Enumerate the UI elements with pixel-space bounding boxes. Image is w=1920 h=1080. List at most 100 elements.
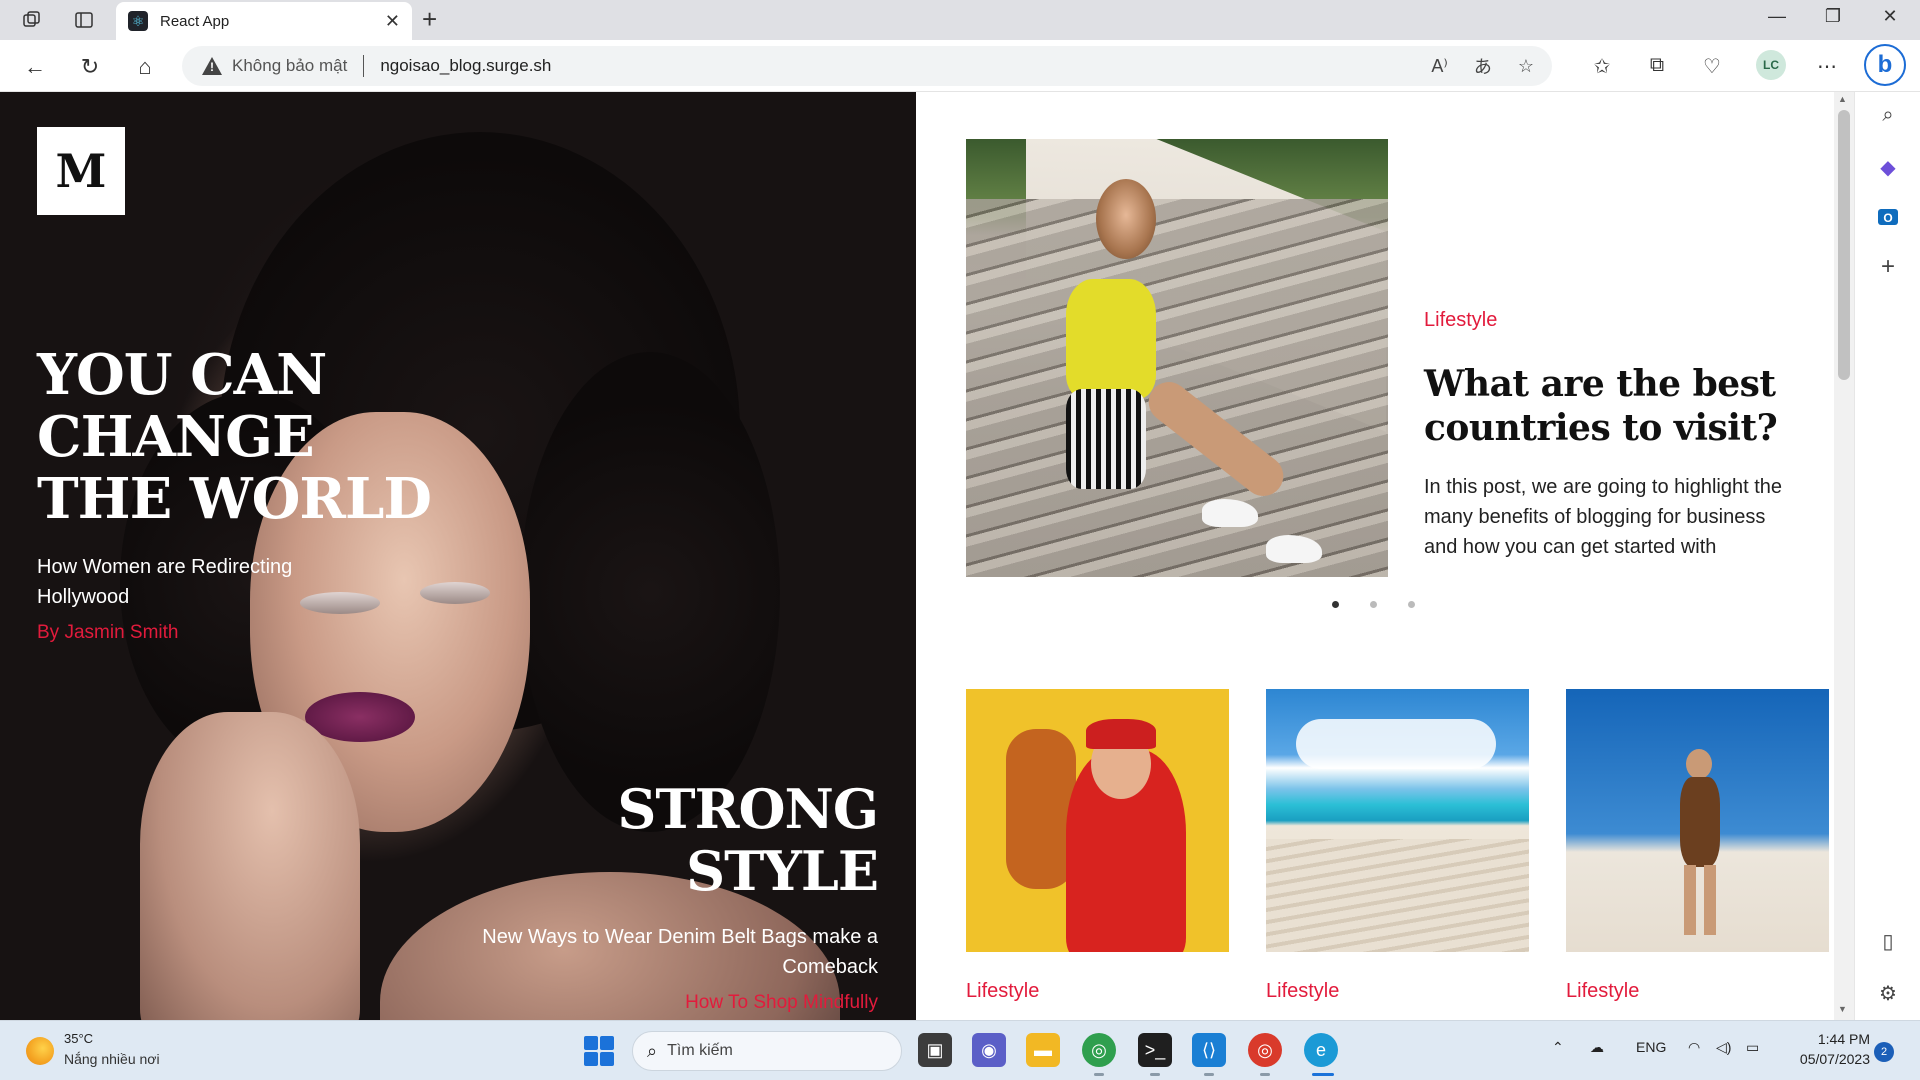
post-card[interactable]: Lifestyle	[966, 689, 1229, 1003]
hero-image-hair-right	[520, 352, 780, 832]
page-scrollbar[interactable]: ▲ ▼	[1834, 92, 1854, 1020]
profile-avatar[interactable]: LC	[1756, 50, 1786, 80]
hero2-subtitle[interactable]: New Ways to Wear Denim Belt Bags make a …	[458, 922, 878, 982]
more-options-icon[interactable]: ⋯	[1813, 54, 1841, 79]
tab-actions-icon[interactable]	[72, 8, 96, 32]
post-card-category[interactable]: Lifestyle	[966, 980, 1229, 1003]
bing-chat-button[interactable]: b	[1864, 44, 1906, 86]
outlook-icon[interactable]: O	[1875, 204, 1901, 230]
close-window-icon[interactable]: ✕	[1875, 6, 1905, 27]
post-card[interactable]: Lifestyle	[1566, 689, 1829, 1003]
collections-icon[interactable]: ⧉	[1643, 54, 1671, 77]
windows-taskbar: 35°C Nắng nhiều nơi ⌕ Tìm kiếm ▣ ◉ ▬ ◎ >…	[0, 1020, 1920, 1080]
hero2-title[interactable]: STRONG STYLE	[478, 778, 879, 902]
post-card[interactable]: Lifestyle	[1266, 689, 1529, 1003]
language-indicator[interactable]: ENG	[1636, 1039, 1666, 1055]
post-card-image[interactable]	[1566, 689, 1829, 952]
slider-dot[interactable]	[1408, 601, 1415, 608]
address-divider	[363, 55, 365, 77]
weather-temperature[interactable]: 35°C	[64, 1031, 93, 1046]
tab-react-app[interactable]: ⚛ React App ✕	[116, 2, 412, 40]
url-text[interactable]: ngoisao_blog.surge.sh	[380, 56, 551, 76]
search-icon[interactable]: ⌕	[1875, 102, 1901, 128]
person-head-shape	[1686, 749, 1712, 779]
taskbar-search[interactable]: ⌕ Tìm kiếm	[632, 1031, 902, 1071]
restore-icon[interactable]: ❐	[1818, 6, 1848, 27]
scroll-thumb[interactable]	[1838, 110, 1850, 380]
hero-title[interactable]: YOU CAN CHANGE THE WORLD	[37, 344, 457, 530]
hero-section[interactable]: M YOU CAN CHANGE THE WORLD How Women are…	[0, 92, 916, 1020]
settings-gear-icon[interactable]: ⚙	[1875, 980, 1901, 1006]
weather-sun-icon[interactable]	[26, 1037, 54, 1065]
active-indicator	[1312, 1073, 1334, 1076]
hero-subtitle[interactable]: How Women are Redirecting Hollywood	[37, 552, 357, 612]
slider-dot[interactable]	[1370, 601, 1377, 608]
security-warning[interactable]: Không bảo mật	[232, 56, 347, 76]
running-indicator	[1204, 1073, 1214, 1076]
show-hidden-icons[interactable]: ⌃	[1552, 1039, 1564, 1056]
onedrive-icon[interactable]: ☁	[1590, 1039, 1604, 1056]
minimize-icon[interactable]: —	[1762, 6, 1792, 27]
new-tab-button[interactable]: +	[422, 6, 437, 32]
translate-icon[interactable]: あ	[1474, 53, 1492, 79]
volume-icon[interactable]: ◁)	[1716, 1039, 1731, 1056]
scroll-up-icon[interactable]: ▲	[1838, 94, 1847, 104]
browser-toolbar: ← ↻ ⌂ Không bảo mật ngoisao_blog.surge.s…	[0, 40, 1920, 92]
clock-time[interactable]: 1:44 PM	[1800, 1031, 1870, 1047]
person-body-shape	[1680, 777, 1720, 867]
slider-dot[interactable]	[1332, 601, 1339, 608]
weather-description[interactable]: Nắng nhiều nơi	[64, 1051, 160, 1067]
site-logo[interactable]: M	[37, 127, 125, 215]
battery-icon[interactable]: ▭	[1746, 1039, 1759, 1056]
post-card-image[interactable]	[966, 689, 1229, 952]
chrome-profile-icon[interactable]: ◎	[1248, 1033, 1282, 1067]
clock-date[interactable]: 05/07/2023	[1786, 1051, 1870, 1067]
cloud-shape	[1296, 719, 1496, 769]
edge-icon[interactable]: e	[1304, 1033, 1338, 1067]
file-explorer-icon[interactable]: ▬	[1026, 1033, 1060, 1067]
teams-chat-icon[interactable]: ◉	[972, 1033, 1006, 1067]
address-bar[interactable]: Không bảo mật ngoisao_blog.surge.sh A⁾ あ…	[182, 46, 1552, 86]
close-tab-icon[interactable]: ✕	[385, 11, 400, 32]
running-indicator	[1260, 1073, 1270, 1076]
web-page: M YOU CAN CHANGE THE WORLD How Women are…	[0, 92, 1834, 1020]
tab-title: React App	[160, 12, 230, 30]
sidebar-toggle-icon[interactable]: ▯	[1875, 928, 1901, 954]
start-button-icon[interactable]	[584, 1036, 614, 1066]
featured-title[interactable]: What are the best countries to visit?	[1424, 362, 1784, 450]
search-icon: ⌕	[647, 1040, 658, 1061]
hero-image-hand	[140, 712, 360, 1020]
post-card-category[interactable]: Lifestyle	[1566, 980, 1829, 1003]
svg-text:O: O	[1883, 211, 1892, 225]
featured-image-person-shorts	[1066, 389, 1146, 489]
vscode-icon[interactable]: ⟨⟩	[1192, 1033, 1226, 1067]
person-leg-shape	[1704, 865, 1716, 935]
copilot-icon[interactable]: ◆	[1875, 154, 1901, 180]
browser-essentials-icon[interactable]: ♡	[1698, 54, 1726, 79]
featured-category[interactable]: Lifestyle	[1424, 309, 1497, 332]
read-aloud-icon[interactable]: A⁾	[1431, 56, 1447, 77]
home-icon[interactable]: ⌂	[130, 52, 160, 82]
taskbar-search-placeholder: Tìm kiếm	[667, 1042, 733, 1059]
favorites-icon[interactable]: ✩	[1588, 54, 1616, 79]
running-indicator	[1150, 1073, 1160, 1076]
scroll-down-icon[interactable]: ▼	[1838, 1004, 1847, 1014]
refresh-icon[interactable]: ↻	[75, 52, 105, 82]
cap-shape	[1086, 719, 1156, 749]
terminal-icon[interactable]: >_	[1138, 1033, 1172, 1067]
notification-badge[interactable]: 2	[1874, 1042, 1894, 1062]
hero-author[interactable]: By Jasmin Smith	[37, 622, 178, 644]
workspaces-icon[interactable]	[20, 8, 44, 32]
hero2-link[interactable]: How To Shop Mindfully	[685, 992, 878, 1014]
post-card-category[interactable]: Lifestyle	[1266, 980, 1529, 1003]
wifi-icon[interactable]: ◠	[1688, 1039, 1700, 1056]
task-view-icon[interactable]: ▣	[918, 1033, 952, 1067]
not-secure-icon[interactable]	[202, 57, 222, 75]
back-icon[interactable]: ←	[20, 52, 50, 82]
favorite-star-icon[interactable]: ☆	[1518, 56, 1534, 77]
sand-shape	[1266, 839, 1529, 952]
featured-image[interactable]	[966, 139, 1388, 577]
post-card-image[interactable]	[1266, 689, 1529, 952]
add-icon[interactable]: +	[1875, 253, 1901, 280]
chrome-icon[interactable]: ◎	[1082, 1033, 1116, 1067]
